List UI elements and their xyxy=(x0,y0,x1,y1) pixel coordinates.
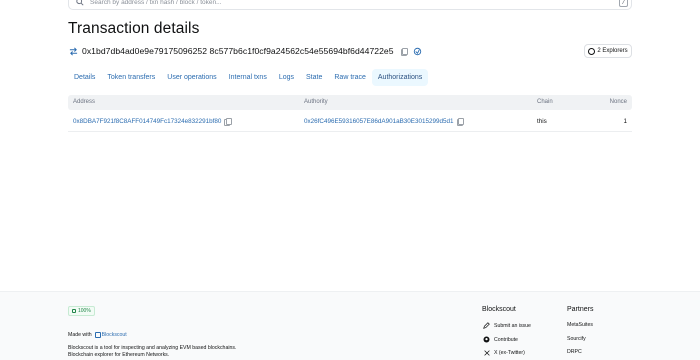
column-header-nonce: Nonce xyxy=(609,99,627,105)
footer-col-blockscout-title: Blockscout xyxy=(482,306,516,313)
column-header-address: Address xyxy=(73,99,96,105)
edit-icon xyxy=(483,322,490,329)
page-title: Transaction details xyxy=(68,20,200,37)
tab-logs[interactable]: Logs xyxy=(273,69,300,86)
tab-internal-txns[interactable]: Internal txns xyxy=(223,69,273,86)
footer-link-label: Contribute xyxy=(494,336,518,343)
footer-link-drpc[interactable]: DRPC xyxy=(567,349,582,355)
tabs-bar: Details Token transfers User operations … xyxy=(68,69,429,86)
authority-link[interactable]: 0x26fC496E59316057E86dA901aB30E3015299d5… xyxy=(304,118,454,125)
globe-icon xyxy=(588,47,596,55)
cube-icon[interactable] xyxy=(413,46,423,56)
made-with: Made with Blockscout xyxy=(68,332,127,338)
footer-link-submit-issue[interactable]: Submit an issue xyxy=(483,322,531,329)
search-shortcut-hint: / xyxy=(619,0,628,7)
table-row: 0x8DBA7F921f8C8AFF014749Fc17324e832291bf… xyxy=(68,110,632,132)
github-icon xyxy=(483,336,490,343)
search-input[interactable] xyxy=(90,0,619,8)
footer-link-twitter[interactable]: X (ex-Twitter) xyxy=(483,349,525,356)
tx-hash-row: 0x1bd7db4ad0e9e79175096252 8c577b6c1f0cf… xyxy=(68,45,423,57)
explorers-button[interactable]: 2 Explorers xyxy=(584,44,632,58)
x-icon xyxy=(483,349,490,356)
authorizations-table: Address Authority Chain Nonce 0x8DBA7F92… xyxy=(68,95,632,132)
footer-col-partners-title: Partners xyxy=(567,306,594,313)
tab-authorizations[interactable]: Authorizations xyxy=(371,69,429,86)
tab-state[interactable]: State xyxy=(300,69,328,86)
copy-icon[interactable] xyxy=(400,47,409,56)
column-header-authority: Authority xyxy=(304,99,328,105)
footer-link-label: Submit an issue xyxy=(494,322,531,329)
footer-description-line1: Blockscout is a tool for inspecting and … xyxy=(68,345,237,351)
footer-description-line2: Blockchain explorer for Ethereum Network… xyxy=(68,352,170,358)
copy-icon[interactable] xyxy=(456,118,465,126)
address-link[interactable]: 0x8DBA7F921f8C8AFF014749Fc17324e832291bf… xyxy=(73,118,221,125)
blockscout-brand-link[interactable]: Blockscout xyxy=(94,332,127,338)
copy-icon[interactable] xyxy=(224,118,233,126)
column-header-chain: Chain xyxy=(537,99,553,105)
authority-cell: 0x26fC496E59316057E86dA901aB30E3015299d5… xyxy=(304,118,465,126)
footer-link-sourcify[interactable]: Sourcify xyxy=(567,336,586,342)
tab-raw-trace[interactable]: Raw trace xyxy=(328,69,372,86)
made-with-label: Made with xyxy=(68,332,92,338)
table-header: Address Authority Chain Nonce xyxy=(68,95,632,110)
footer-link-contribute[interactable]: Contribute xyxy=(483,336,518,343)
nonce-cell: 1 xyxy=(623,118,627,125)
chain-cell: this xyxy=(537,118,547,125)
swap-arrows-icon xyxy=(68,46,78,56)
footer-description: Blockscout is a tool for inspecting and … xyxy=(68,345,236,359)
search-icon xyxy=(73,0,87,9)
tab-details[interactable]: Details xyxy=(68,69,101,86)
footer: 100% Made with Blockscout Blockscout is … xyxy=(0,291,700,360)
tab-token-transfers[interactable]: Token transfers xyxy=(101,69,161,86)
zoom-level: 100% xyxy=(78,308,91,314)
tab-user-operations[interactable]: User operations xyxy=(161,69,222,86)
explorers-label: 2 Explorers xyxy=(597,48,628,54)
blockscout-logo-icon xyxy=(94,332,101,338)
address-cell: 0x8DBA7F921f8C8AFF014749Fc17324e832291bf… xyxy=(73,118,233,126)
search-bar[interactable]: / xyxy=(68,0,632,10)
footer-link-label: X (ex-Twitter) xyxy=(494,349,525,356)
tx-hash: 0x1bd7db4ad0e9e79175096252 8c577b6c1f0cf… xyxy=(82,46,394,56)
blockscout-brand-label: Blockscout xyxy=(101,332,127,338)
zoom-badge[interactable]: 100% xyxy=(68,306,95,316)
zoom-icon xyxy=(72,309,76,313)
footer-link-metasuites[interactable]: MetaSuites xyxy=(567,322,593,328)
